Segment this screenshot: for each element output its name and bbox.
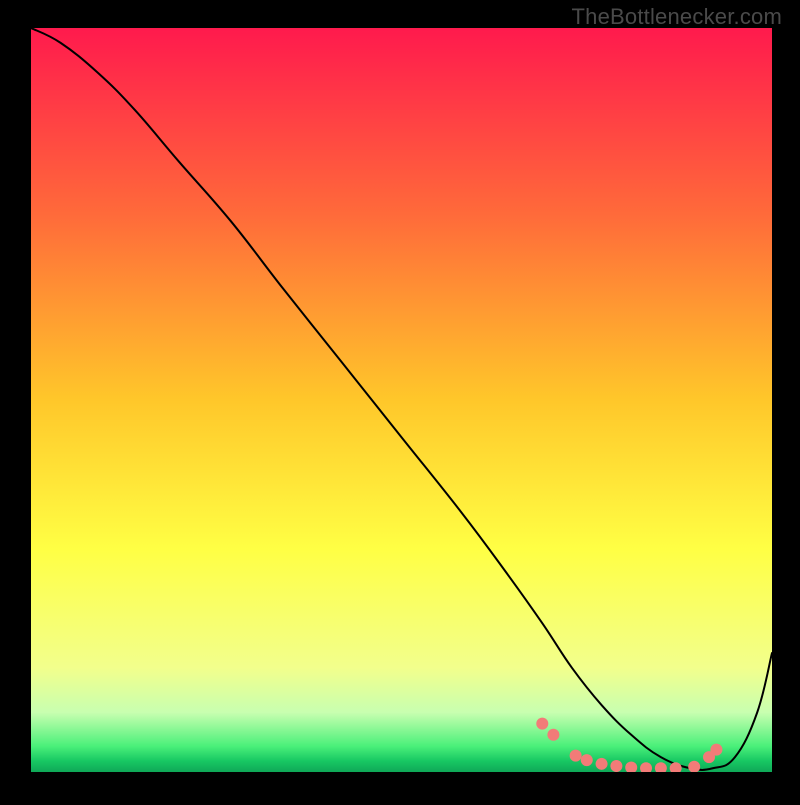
highlight-marker — [610, 760, 622, 772]
bottleneck-chart — [0, 0, 800, 800]
chart-frame: TheBottlenecker.com — [0, 0, 800, 800]
highlight-marker — [710, 744, 722, 756]
highlight-marker — [625, 762, 637, 774]
highlight-marker — [688, 761, 700, 773]
gradient-background — [31, 28, 772, 772]
highlight-marker — [596, 758, 608, 770]
highlight-marker — [570, 750, 582, 762]
highlight-marker — [581, 754, 593, 766]
highlight-marker — [536, 718, 548, 730]
watermark-text: TheBottlenecker.com — [572, 4, 782, 30]
highlight-marker — [547, 729, 559, 741]
